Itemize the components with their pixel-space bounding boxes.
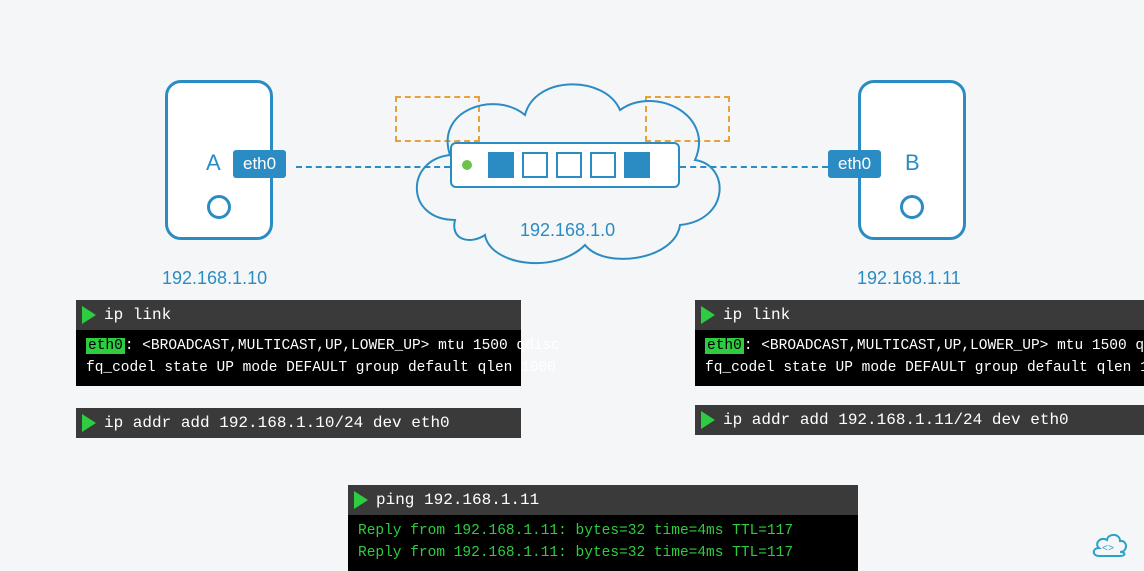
terminal-a-ipaddr: ip addr add 192.168.1.10/24 dev eth0 bbox=[76, 408, 521, 438]
host-a-label: A bbox=[206, 150, 221, 176]
iface-highlight: eth0 bbox=[705, 338, 744, 354]
home-button-icon bbox=[900, 195, 924, 219]
play-icon bbox=[701, 306, 715, 324]
terminal-command: ip addr add 192.168.1.10/24 dev eth0 bbox=[104, 414, 450, 432]
terminal-output: Reply from 192.168.1.11: bytes=32 time=4… bbox=[348, 515, 858, 571]
network-switch bbox=[450, 142, 680, 188]
play-icon bbox=[354, 491, 368, 509]
terminal-header: ping 192.168.1.11 bbox=[348, 485, 858, 515]
terminal-command: ping 192.168.1.11 bbox=[376, 491, 539, 509]
network-diagram: A eth0 192.168.1.10 B eth0 192.168.1.11 … bbox=[0, 50, 1144, 290]
terminal-header: ip link bbox=[695, 300, 1144, 330]
play-icon bbox=[82, 306, 96, 324]
terminal-command: ip link bbox=[723, 306, 790, 324]
terminal-a-iplink: ip link eth0: <BROADCAST,MULTICAST,UP,LO… bbox=[76, 300, 521, 386]
home-button-icon bbox=[207, 195, 231, 219]
play-icon bbox=[82, 414, 96, 432]
switch-led-icon bbox=[462, 160, 472, 170]
switch-port bbox=[590, 152, 616, 178]
cloud-code-icon: <> bbox=[1086, 530, 1130, 560]
switch-port bbox=[624, 152, 650, 178]
host-a-ip: 192.168.1.10 bbox=[162, 268, 267, 289]
terminal-header: ip link bbox=[76, 300, 521, 330]
play-icon bbox=[701, 411, 715, 429]
terminal-output: eth0: <BROADCAST,MULTICAST,UP,LOWER_UP> … bbox=[76, 330, 521, 386]
host-b-label: B bbox=[905, 150, 920, 176]
host-b-interface-badge: eth0 bbox=[828, 150, 881, 178]
terminal-b-ipaddr: ip addr add 192.168.1.11/24 dev eth0 bbox=[695, 405, 1144, 435]
switch-port bbox=[488, 152, 514, 178]
switch-port bbox=[522, 152, 548, 178]
terminal-header: ip addr add 192.168.1.11/24 dev eth0 bbox=[695, 405, 1144, 435]
terminal-header: ip addr add 192.168.1.10/24 dev eth0 bbox=[76, 408, 521, 438]
terminal-command: ip addr add 192.168.1.11/24 dev eth0 bbox=[723, 411, 1069, 429]
terminal-b-iplink: ip link eth0: <BROADCAST,MULTICAST,UP,LO… bbox=[695, 300, 1144, 386]
host-a-interface-badge: eth0 bbox=[233, 150, 286, 178]
terminal-output: eth0: <BROADCAST,MULTICAST,UP,LOWER_UP> … bbox=[695, 330, 1144, 386]
svg-text:<>: <> bbox=[1102, 544, 1114, 555]
switch-port bbox=[556, 152, 582, 178]
terminal-ping: ping 192.168.1.11 Reply from 192.168.1.1… bbox=[348, 485, 858, 571]
iface-highlight: eth0 bbox=[86, 338, 125, 354]
network-subnet: 192.168.1.0 bbox=[520, 220, 615, 241]
terminal-command: ip link bbox=[104, 306, 171, 324]
host-b-ip: 192.168.1.11 bbox=[857, 268, 961, 289]
